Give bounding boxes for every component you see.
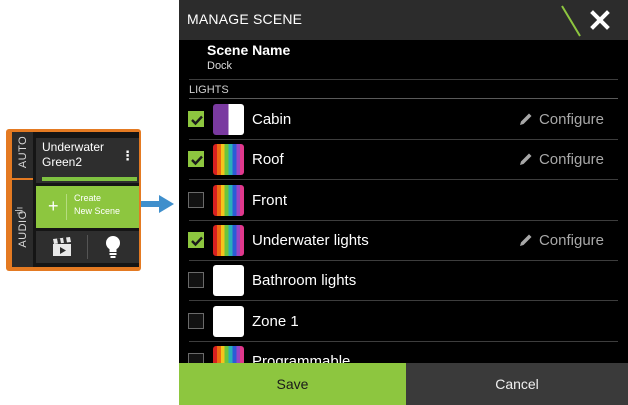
light-name: Front bbox=[252, 191, 288, 209]
scene-widget-panel: AUTO ılı AUDIO Underwater Green2 ⋮ + Cre… bbox=[12, 132, 139, 267]
tab-audio[interactable]: AUDIO bbox=[12, 194, 33, 264]
pencil-icon bbox=[519, 234, 532, 246]
vertical-tab-strip: AUTO ılı AUDIO bbox=[12, 132, 33, 267]
tab-auto[interactable]: AUTO bbox=[12, 132, 33, 172]
menu-dots-icon[interactable]: ⋮ bbox=[121, 148, 134, 164]
save-button[interactable]: Save bbox=[179, 363, 406, 405]
light-checkbox[interactable] bbox=[188, 191, 204, 208]
light-row[interactable]: Roof Configure bbox=[179, 140, 628, 181]
header-accent-slash bbox=[561, 5, 581, 37]
clapperboard-icon[interactable] bbox=[51, 236, 73, 258]
scene-card-title-line2: Green2 bbox=[42, 155, 83, 169]
lightbulb-icon[interactable] bbox=[104, 235, 122, 259]
scene-name-field[interactable]: Scene Name Dock bbox=[207, 42, 290, 72]
configure-button[interactable]: Configure bbox=[519, 151, 604, 168]
light-color-swatch[interactable] bbox=[213, 104, 244, 135]
manage-scene-dialog: MANAGE SCENE Scene Name Dock LIGHTS Cabi… bbox=[179, 0, 628, 405]
light-row[interactable]: Underwater lights Configure bbox=[179, 221, 628, 261]
scene-name-label: Scene Name bbox=[207, 42, 291, 58]
configure-label: Configure bbox=[538, 231, 604, 249]
plus-icon: + bbox=[48, 196, 59, 216]
cancel-button[interactable]: Cancel bbox=[406, 363, 628, 405]
checkmark-icon bbox=[191, 115, 203, 126]
arrow-right-icon bbox=[141, 195, 174, 213]
tab-auto-label: AUTO bbox=[16, 135, 29, 169]
light-checkbox[interactable] bbox=[188, 231, 204, 248]
configure-label: Configure bbox=[538, 151, 604, 169]
scene-icon-bar bbox=[36, 231, 139, 263]
light-row[interactable]: Front bbox=[179, 181, 628, 221]
scene-active-bar bbox=[42, 177, 137, 181]
light-name: Roof bbox=[252, 151, 284, 169]
dialog-header: MANAGE SCENE bbox=[179, 0, 628, 40]
tab-audio-label: AUDIO bbox=[16, 210, 29, 248]
create-label-line2: New Scene bbox=[74, 206, 121, 216]
light-checkbox[interactable] bbox=[188, 312, 204, 329]
pencil-icon bbox=[519, 113, 532, 125]
scene-widget: AUTO ılı AUDIO Underwater Green2 ⋮ + Cre… bbox=[6, 129, 141, 271]
divider bbox=[189, 79, 618, 80]
light-name: Cabin bbox=[252, 111, 292, 128]
light-checkbox[interactable] bbox=[188, 272, 204, 289]
scene-card-title-line1: Underwater bbox=[42, 140, 105, 154]
checkmark-icon bbox=[191, 236, 203, 247]
tab-divider bbox=[12, 178, 33, 180]
configure-button[interactable]: Configure bbox=[519, 232, 604, 249]
light-checkbox[interactable] bbox=[188, 111, 204, 127]
light-name: Zone 1 bbox=[252, 312, 299, 330]
light-row[interactable]: Cabin Configure bbox=[179, 100, 628, 140]
configure-label: Configure bbox=[538, 111, 604, 128]
dialog-title: MANAGE SCENE bbox=[187, 11, 303, 27]
light-row[interactable]: Zone 1 bbox=[179, 302, 628, 342]
icon-bar-separator bbox=[87, 235, 88, 259]
light-color-swatch[interactable] bbox=[213, 224, 244, 256]
light-row[interactable]: Bathroom lights bbox=[179, 261, 628, 302]
light-color-swatch[interactable] bbox=[213, 305, 244, 337]
light-color-swatch[interactable] bbox=[213, 144, 244, 176]
light-color-swatch[interactable] bbox=[213, 265, 244, 297]
close-icon[interactable] bbox=[590, 10, 610, 30]
pencil-icon bbox=[519, 153, 532, 166]
create-new-scene-button[interactable]: + Create New Scene bbox=[36, 186, 139, 228]
create-button-divider bbox=[66, 194, 67, 220]
create-label-line1: Create bbox=[74, 193, 102, 203]
light-color-swatch[interactable] bbox=[213, 184, 244, 216]
dialog-footer: Save Cancel bbox=[179, 363, 628, 405]
scene-card[interactable]: Underwater Green2 ⋮ bbox=[36, 138, 139, 183]
light-name: Bathroom lights bbox=[252, 272, 357, 290]
light-name: Underwater lights bbox=[252, 231, 369, 249]
checkmark-icon bbox=[191, 155, 203, 166]
configure-button[interactable]: Configure bbox=[519, 111, 604, 128]
light-checkbox[interactable] bbox=[188, 151, 204, 168]
lights-section-title: LIGHTS bbox=[189, 84, 229, 96]
scene-name-value: Dock bbox=[207, 60, 233, 72]
section-divider bbox=[189, 98, 618, 99]
